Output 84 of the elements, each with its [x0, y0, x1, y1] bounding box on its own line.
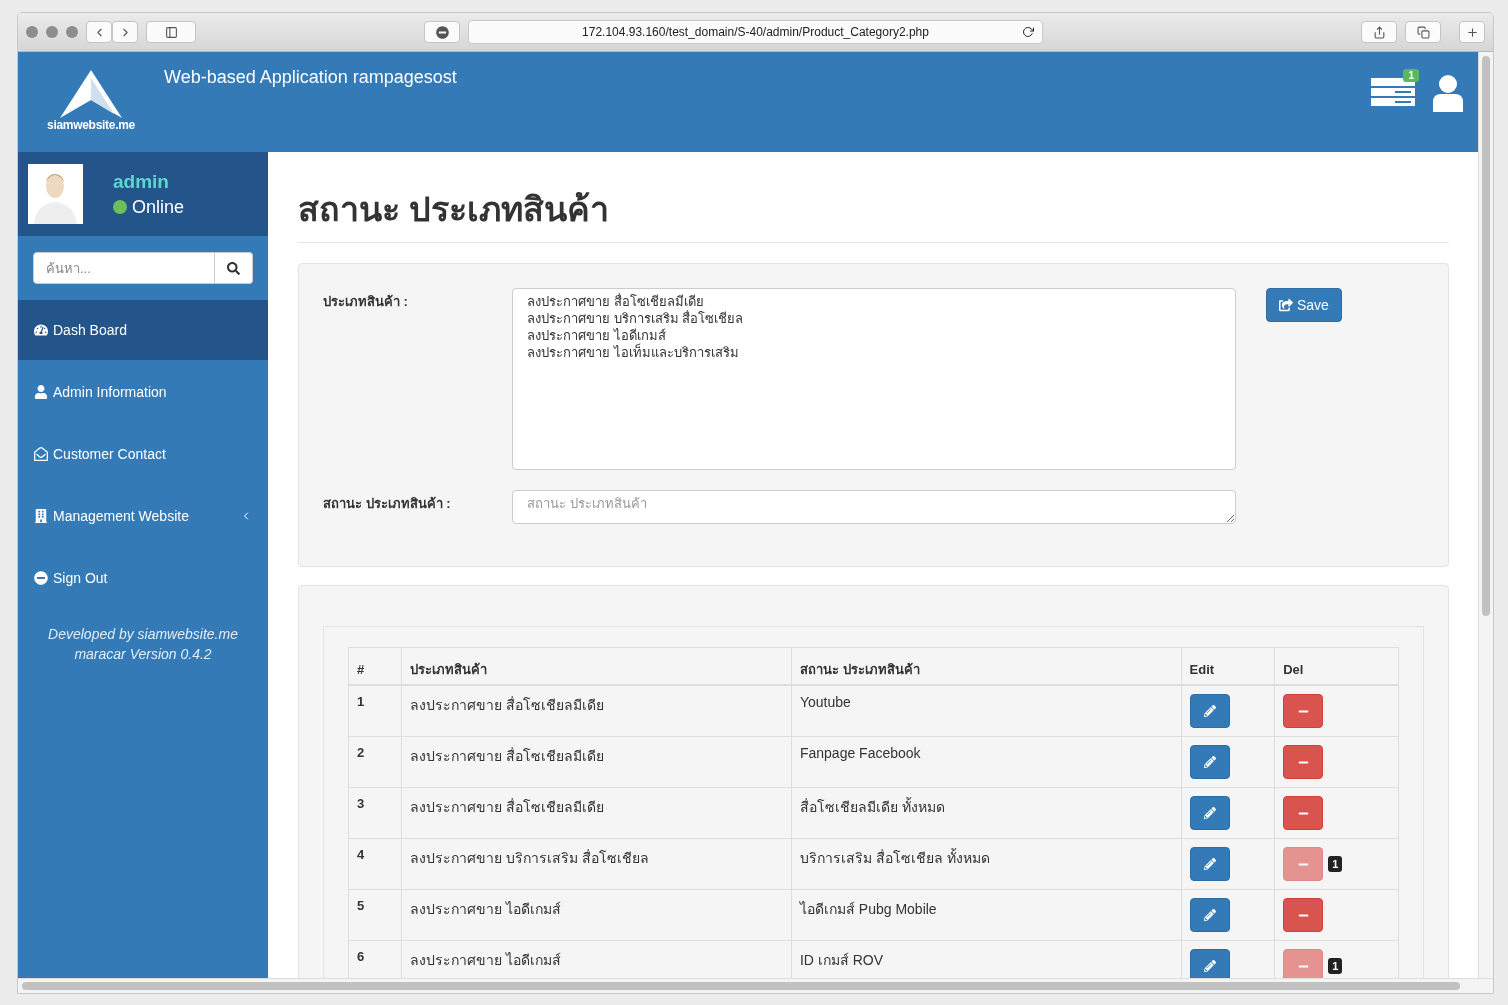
table-cell: 5: [348, 889, 402, 941]
back-button[interactable]: [86, 21, 112, 43]
share-icon: [1372, 25, 1386, 39]
page-title: สถานะ ประเภทสินค้า: [298, 182, 1449, 243]
window-minimize-button[interactable]: [46, 26, 58, 38]
pencil-icon: [1203, 960, 1216, 972]
save-icon: [1279, 298, 1293, 312]
field-label: ประเภทสินค้า :: [323, 293, 409, 311]
table-cell: ไอดีเกมส์ Pubg Mobile: [791, 889, 1182, 941]
table-cell: 2: [348, 736, 402, 788]
save-button[interactable]: Save: [1266, 288, 1342, 322]
plus-icon: [1465, 25, 1479, 39]
sidebar-toggle-button[interactable]: [146, 21, 196, 43]
logo-icon: [60, 70, 122, 118]
forward-button[interactable]: [112, 21, 138, 43]
delete-button[interactable]: [1283, 796, 1324, 830]
footer-text: Developed by siamwebsite.me: [47, 625, 239, 644]
edit-button[interactable]: [1189, 694, 1230, 728]
edit-button[interactable]: [1189, 745, 1230, 779]
search-field[interactable]: ค้นหา...: [33, 252, 215, 284]
tabs-icon: [1416, 25, 1430, 39]
count-badge: 1: [1328, 958, 1343, 974]
share-button[interactable]: [1361, 21, 1397, 43]
table-cell: Youtube: [791, 685, 1182, 737]
user-icon[interactable]: [1433, 74, 1463, 112]
edit-button[interactable]: [1189, 796, 1230, 830]
pencil-icon: [1203, 807, 1216, 819]
table-cell: 3: [348, 787, 402, 839]
address-bar[interactable]: 172.104.93.160/test_domain/S-40/admin/Product_Category2.php: [468, 20, 1043, 44]
table-cell: ลงประกาศขาย สื่อโซเชียลมีเดีย: [401, 685, 792, 737]
column-header: สถานะ ประเภทสินค้า: [791, 647, 1182, 685]
new-tab-button[interactable]: [1459, 21, 1485, 43]
footer-text: maracar Version 0.4.2: [73, 645, 213, 664]
user-icon: [34, 385, 48, 399]
field-label: สถานะ ประเภทสินค้า :: [323, 495, 452, 513]
table-cell: ลงประกาศขาย บริการเสริม สื่อโซเชียล: [401, 838, 792, 890]
delete-button[interactable]: [1283, 745, 1324, 779]
table-cell: 1: [348, 685, 402, 737]
column-header: #: [348, 647, 402, 685]
pencil-icon: [1203, 756, 1216, 768]
table-cell: 4: [348, 838, 402, 890]
edit-button[interactable]: [1189, 949, 1230, 978]
sidebar-item[interactable]: Customer Contact: [18, 424, 268, 484]
envelope-icon: [34, 447, 48, 461]
search-icon: [227, 261, 240, 275]
delete-button[interactable]: [1283, 898, 1324, 932]
user-name: admin: [113, 170, 170, 193]
edit-button[interactable]: [1189, 898, 1230, 932]
status-field[interactable]: สถานะ ประเภทสินค้า: [512, 490, 1236, 524]
pencil-icon: [1203, 858, 1216, 870]
table-cell: บริการเสริม สื่อโซเชียล ทั้งหมด: [791, 838, 1182, 890]
edit-button[interactable]: [1189, 847, 1230, 881]
column-header: Del: [1274, 647, 1399, 685]
category-textarea[interactable]: ลงประกาศขาย สื่อโซเชียลมีเดีย ลงประกาศขาย บริการเสริม สื่อโซเชียล ลงประกาศขาย ไอดีเกมส์ ลงประกาศขาย ไอเท็มและบริการเสริม: [512, 288, 1236, 470]
notification-badge: 1: [1403, 69, 1419, 82]
column-header: ประเภทสินค้า: [401, 647, 792, 685]
reload-icon[interactable]: [1022, 26, 1034, 38]
delete-button[interactable]: [1283, 694, 1324, 728]
sidebar-item[interactable]: Dash Board: [18, 300, 268, 360]
search-button[interactable]: [215, 252, 253, 284]
table-cell: สื่อโซเชียลมีเดีย ทั้งหมด: [791, 787, 1182, 839]
sidebar-icon: [164, 25, 178, 39]
building-icon: [34, 509, 48, 523]
pencil-icon: [1203, 705, 1216, 717]
table-cell: ลงประกาศขาย ไอดีเกมส์: [401, 889, 792, 941]
logo-text: siamwebsite.me: [47, 118, 135, 132]
table-cell: ลงประกาศขาย สื่อโซเชียลมีเดีย: [401, 787, 792, 839]
tabs-button[interactable]: [1405, 21, 1441, 43]
scrollbar-thumb[interactable]: [1482, 56, 1490, 616]
sidebar-item[interactable]: Sign Out: [18, 548, 268, 608]
scrollbar-thumb[interactable]: [22, 982, 1460, 990]
privacy-button[interactable]: [424, 21, 460, 43]
column-header: Edit: [1181, 647, 1275, 685]
window-zoom-button[interactable]: [66, 26, 78, 38]
window-close-button[interactable]: [26, 26, 38, 38]
sidebar-item[interactable]: Admin Information: [18, 362, 268, 422]
sidebar-item[interactable]: Management Website: [18, 486, 268, 546]
table-cell: Fanpage Facebook: [791, 736, 1182, 788]
table-cell: ลงประกาศขาย สื่อโซเชียลมีเดีย: [401, 736, 792, 788]
count-badge: 1: [1328, 856, 1343, 872]
pencil-icon: [1203, 909, 1216, 921]
user-status: Online: [132, 196, 185, 218]
gauge-icon: [34, 323, 48, 337]
app-title: Web-based Application rampagesost: [164, 67, 458, 88]
